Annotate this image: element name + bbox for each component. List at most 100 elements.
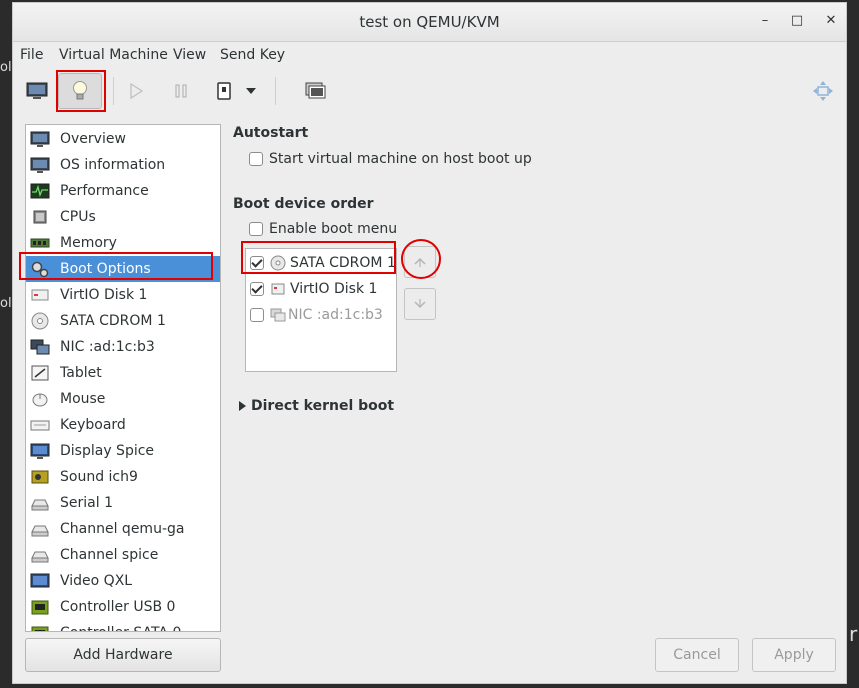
direct-kernel-expander[interactable]: Direct kernel boot: [239, 398, 394, 414]
highlight-box: [241, 241, 396, 274]
controller-icon: [30, 598, 50, 616]
keyboard-icon: [30, 416, 50, 434]
network-card-icon: [270, 308, 286, 322]
snapshots-button[interactable]: [293, 73, 337, 109]
cpu-chip-icon: [30, 208, 50, 226]
sidebar-item-label: Video QXL: [60, 573, 133, 589]
highlight-box: [56, 70, 106, 112]
boot-device-row[interactable]: NIC :ad:1c:b3: [250, 303, 383, 327]
direct-kernel-label: Direct kernel boot: [251, 398, 395, 414]
sidebar-item[interactable]: Keyboard: [26, 412, 220, 438]
sidebar-item-label: Mouse: [60, 391, 106, 407]
run-button[interactable]: [114, 73, 158, 109]
sidebar-item-label: Sound ich9: [60, 469, 138, 485]
performance-graph-icon: [30, 182, 50, 200]
toolbar: [13, 69, 846, 113]
sidebar-item-label: SATA CDROM 1: [60, 313, 166, 329]
background-text: ol: [0, 296, 12, 311]
apply-button[interactable]: Apply: [752, 638, 836, 672]
serial-port-icon: [30, 494, 50, 512]
sidebar-item-label: VirtIO Disk 1: [60, 287, 148, 303]
menu-bar: File Virtual Machine View Send Key: [13, 41, 846, 69]
sidebar-item[interactable]: NIC :ad:1c:b3: [26, 334, 220, 360]
sidebar-item[interactable]: Channel qemu-ga: [26, 516, 220, 542]
sidebar-item-label: NIC :ad:1c:b3: [60, 339, 155, 355]
shutdown-menu-button[interactable]: [239, 73, 263, 109]
enable-boot-menu-label: Enable boot menu: [269, 221, 398, 237]
mouse-icon: [30, 390, 50, 408]
autostart-checkbox-label: Start virtual machine on host boot up: [269, 151, 532, 167]
sidebar-item[interactable]: Controller USB 0: [26, 594, 220, 620]
monitor-icon: [26, 82, 48, 99]
sidebar-item[interactable]: VirtIO Disk 1: [26, 282, 220, 308]
autostart-heading: Autostart: [233, 125, 309, 141]
memory-stick-icon: [30, 234, 50, 252]
menu-file[interactable]: File: [20, 47, 43, 63]
cancel-button[interactable]: Cancel: [655, 638, 739, 672]
minimize-button[interactable]: –: [755, 11, 775, 31]
highlight-circle: [401, 239, 441, 279]
sidebar-item[interactable]: Display Spice: [26, 438, 220, 464]
boot-device-checkbox[interactable]: [250, 308, 264, 322]
sidebar-item[interactable]: Tablet: [26, 360, 220, 386]
checkbox[interactable]: [249, 152, 263, 166]
close-button[interactable]: ✕: [821, 11, 841, 31]
chevron-down-icon: [246, 88, 256, 94]
sidebar-item[interactable]: Serial 1: [26, 490, 220, 516]
sidebar-item-label: Keyboard: [60, 417, 126, 433]
boot-order-heading: Boot device order: [233, 196, 374, 212]
arrow-down-icon: [414, 299, 426, 309]
channel-icon: [30, 520, 50, 538]
sidebar-item[interactable]: Controller SATA 0: [26, 620, 220, 631]
snapshot-icon: [305, 82, 326, 99]
console-view-button[interactable]: [15, 73, 59, 109]
title-bar: test on QEMU/KVM – □ ✕: [13, 3, 846, 42]
sidebar-item[interactable]: Video QXL: [26, 568, 220, 594]
sidebar-item[interactable]: OS information: [26, 152, 220, 178]
sidebar-item[interactable]: Mouse: [26, 386, 220, 412]
hardware-list: Overview OS information Performance CPUs Mem…: [25, 124, 221, 632]
sidebar-item[interactable]: Overview: [26, 126, 220, 152]
boot-device-checkbox[interactable]: [250, 282, 264, 296]
move-arrows-icon: [813, 81, 833, 101]
enable-boot-menu-checkbox[interactable]: Enable boot menu: [249, 221, 397, 237]
sidebar-item[interactable]: CPUs: [26, 204, 220, 230]
checkbox[interactable]: [249, 222, 263, 236]
boot-device-label: NIC :ad:1c:b3: [288, 307, 383, 323]
sidebar-item-label: Performance: [60, 183, 149, 199]
menu-virtual-machine[interactable]: Virtual Machine: [59, 47, 168, 63]
move-down-button[interactable]: [404, 288, 436, 320]
sidebar-item-label: Channel qemu-ga: [60, 521, 185, 537]
pause-button[interactable]: [159, 73, 203, 109]
toolbar-separator: [275, 77, 276, 105]
add-hardware-button[interactable]: Add Hardware: [25, 638, 221, 672]
channel-icon: [30, 546, 50, 564]
tablet-icon: [30, 364, 50, 382]
controller-icon: [30, 624, 50, 631]
background-text: ol: [0, 60, 12, 75]
hard-disk-icon: [271, 283, 285, 295]
sidebar-item-label: OS information: [60, 157, 166, 173]
autostart-checkbox[interactable]: Start virtual machine on host boot up: [249, 151, 532, 167]
window-title: test on QEMU/KVM: [359, 13, 500, 31]
sidebar-item[interactable]: SATA CDROM 1: [26, 308, 220, 334]
boot-device-row[interactable]: VirtIO Disk 1: [250, 277, 377, 301]
power-icon: [217, 82, 231, 100]
sidebar-item[interactable]: Sound ich9: [26, 464, 220, 490]
resize-to-vm-button[interactable]: [801, 73, 845, 109]
maximize-button[interactable]: □: [787, 11, 807, 31]
network-card-icon: [30, 338, 50, 356]
background-text: r: [849, 622, 858, 646]
highlight-box: [19, 252, 213, 280]
sidebar-item[interactable]: Channel spice: [26, 542, 220, 568]
sidebar-item[interactable]: Performance: [26, 178, 220, 204]
boot-device-label: VirtIO Disk 1: [290, 281, 378, 297]
menu-view[interactable]: View: [173, 47, 206, 63]
menu-send-key[interactable]: Send Key: [220, 47, 285, 63]
sidebar-item-label: Tablet: [60, 365, 102, 381]
sidebar-item-label: Memory: [60, 235, 117, 251]
sidebar-item-label: Channel spice: [60, 547, 159, 563]
sidebar-item-label: Overview: [60, 131, 126, 147]
expander-arrow-icon: [239, 401, 246, 411]
sidebar-item-label: Display Spice: [60, 443, 155, 459]
